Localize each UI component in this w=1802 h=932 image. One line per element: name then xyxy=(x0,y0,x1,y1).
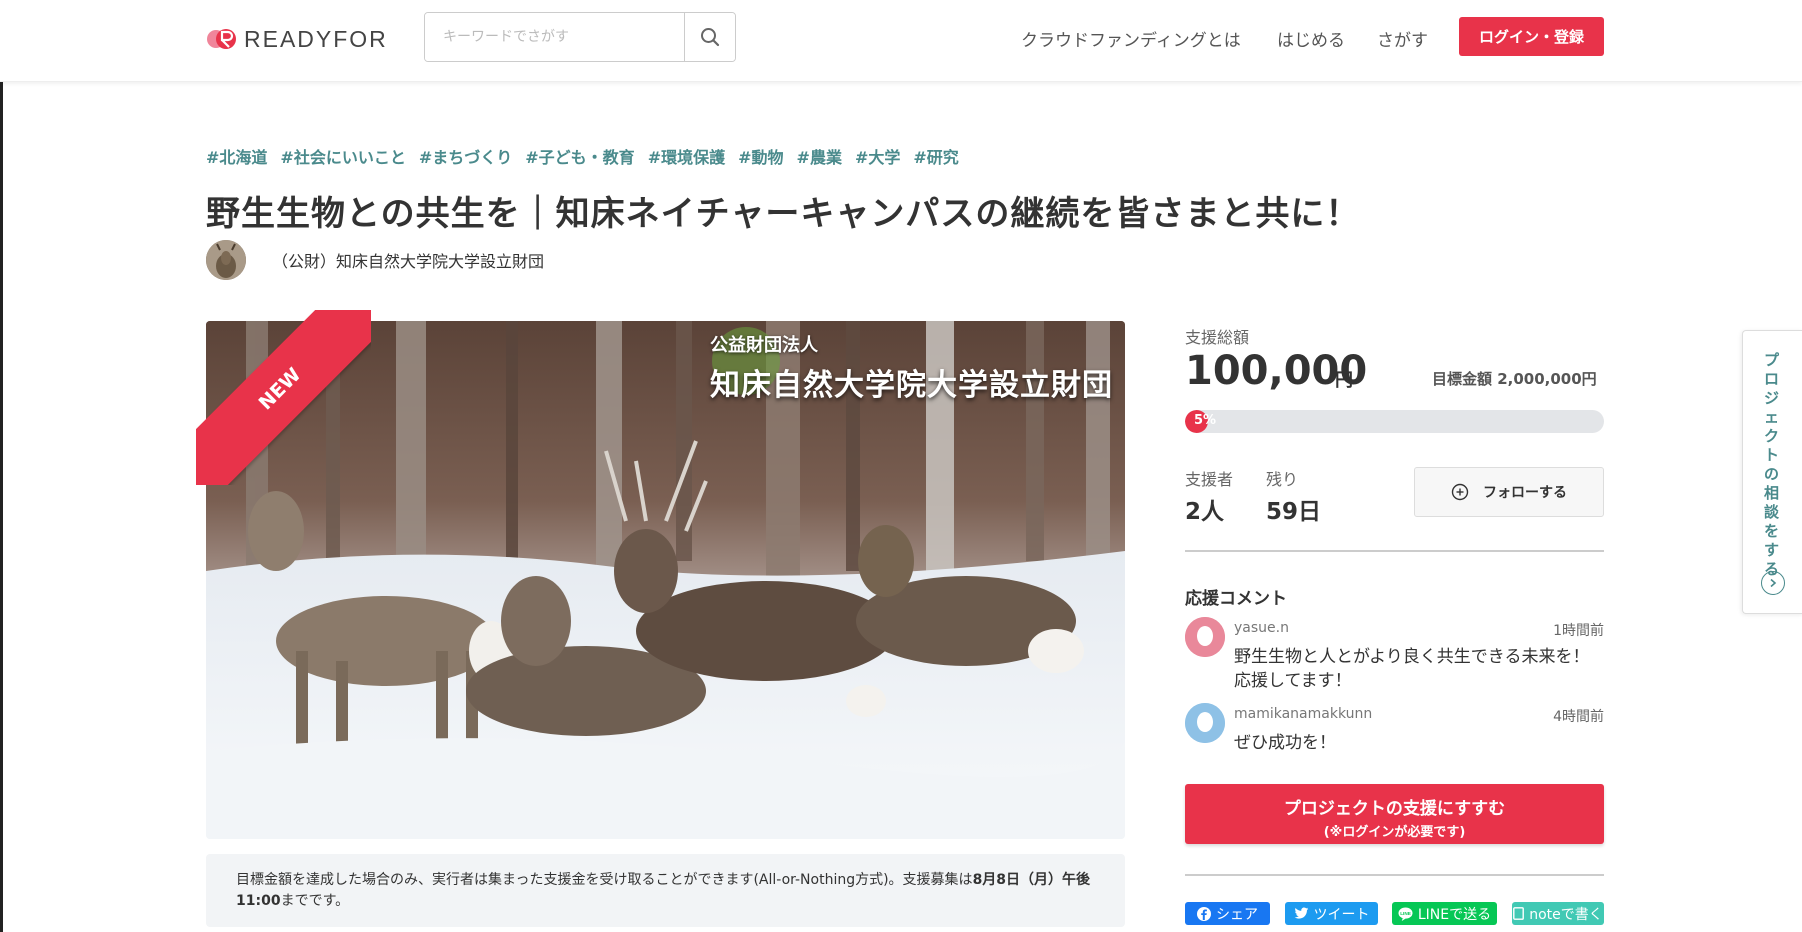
tag-link[interactable]: #北海道 xyxy=(206,144,267,168)
site-header: READYFOR クラウドファンディングとは はじめる さがす ログイン・登録 xyxy=(0,0,1802,82)
divider xyxy=(1185,874,1604,876)
tag-link[interactable]: #子ども・教育 xyxy=(525,144,634,168)
readyfor-logo-icon xyxy=(206,24,238,54)
comment-body: 野生生物と人とがより良く共生できる未来を！ 応援してます！ xyxy=(1234,645,1589,693)
twitter-share-label: ツイート xyxy=(1313,906,1370,923)
new-badge: NEW xyxy=(196,310,371,485)
facebook-share-button[interactable]: シェア xyxy=(1185,902,1270,925)
notice-tail: までです。 xyxy=(280,893,350,909)
comment-time: 1時間前 xyxy=(1553,623,1604,639)
note-icon xyxy=(1513,907,1525,920)
new-ribbon: NEW xyxy=(196,310,371,485)
logo-text: READYFOR xyxy=(244,25,388,52)
line-share-label: LINEで送る xyxy=(1417,906,1492,923)
owner-avatar xyxy=(206,240,246,280)
comment-line: 野生生物と人とがより良く共生できる未来を！ xyxy=(1234,647,1590,667)
tag-link[interactable]: #まちづくり xyxy=(419,144,512,168)
comment-user[interactable]: mamikanamakkunn xyxy=(1234,706,1372,722)
total-label: 支援総額 xyxy=(1185,328,1250,347)
svg-text:LINE: LINE xyxy=(1400,910,1411,915)
image-caption-large: 知床自然大学院大学設立財団 xyxy=(710,368,1113,403)
project-owner[interactable]: （公財）知床自然大学院大学設立財団 xyxy=(206,240,544,280)
notice-text: 目標金額を達成した場合のみ、実行者は集まった支援金を受け取ることができます(Al… xyxy=(236,872,973,888)
tag-link[interactable]: #環境保護 xyxy=(648,144,725,168)
search-button[interactable] xyxy=(684,13,735,61)
comment-user[interactable]: yasue.n xyxy=(1234,620,1289,636)
supporters-label: 支援者 xyxy=(1185,470,1234,489)
facebook-icon xyxy=(1197,906,1211,921)
image-caption-small: 公益財団法人 xyxy=(710,335,818,356)
note-share-button[interactable]: noteで書く xyxy=(1512,902,1604,925)
funding-progress-bar xyxy=(1185,410,1604,433)
line-icon: LINE xyxy=(1398,906,1413,921)
divider xyxy=(1185,550,1604,552)
comment-line: 応援してます！ xyxy=(1234,671,1352,691)
remaining-days: 59日 xyxy=(1266,499,1322,525)
follow-button[interactable]: フォローする xyxy=(1414,467,1604,517)
login-register-button[interactable]: ログイン・登録 xyxy=(1459,17,1604,56)
comment-body: ぜひ成功を！ xyxy=(1234,731,1336,755)
side-tab-label: プロジェクトの相談をする xyxy=(1764,351,1780,578)
commenter-avatar[interactable] xyxy=(1185,617,1225,657)
owner-name: （公財）知床自然大学院大学設立財団 xyxy=(272,252,545,271)
goal-amount: 目標金額 2,000,000円 xyxy=(1432,370,1597,388)
tag-link[interactable]: #農業 xyxy=(797,144,842,168)
nav-start[interactable]: はじめる xyxy=(1277,26,1345,51)
support-button-note: (※ログインが必要です) xyxy=(1323,825,1466,840)
twitter-share-button[interactable]: ツイート xyxy=(1285,902,1378,925)
tag-link[interactable]: #動物 xyxy=(738,144,783,168)
search-icon xyxy=(701,28,720,47)
nav-explore[interactable]: さがす xyxy=(1377,26,1428,51)
plus-circle-icon xyxy=(1451,483,1469,501)
tag-link[interactable]: #研究 xyxy=(913,144,958,168)
search-input[interactable] xyxy=(425,13,684,61)
progress-percent: 5% xyxy=(1194,413,1217,428)
tag-link[interactable]: #大学 xyxy=(855,144,900,168)
readyfor-logo[interactable]: READYFOR xyxy=(206,24,388,54)
line-share-button[interactable]: LINE LINEで送る xyxy=(1392,902,1497,925)
comments-title: 応援コメント xyxy=(1185,589,1287,609)
facebook-share-label: シェア xyxy=(1216,906,1258,923)
window-edge xyxy=(0,0,3,932)
support-button-label: プロジェクトの支援にすすむ xyxy=(1283,799,1506,819)
currency-unit: 円 xyxy=(1335,370,1353,391)
all-or-nothing-notice: 目標金額を達成した場合のみ、実行者は集まった支援金を受け取ることができます(Al… xyxy=(206,854,1125,927)
follow-label: フォローする xyxy=(1483,485,1567,501)
consult-project-side-tab[interactable]: プロジェクトの相談をする xyxy=(1742,330,1802,614)
comment-line: ぜひ成功を！ xyxy=(1234,733,1336,753)
nav-about-crowdfunding[interactable]: クラウドファンディングとは xyxy=(1021,26,1241,51)
note-share-label: noteで書く xyxy=(1529,906,1603,923)
twitter-icon xyxy=(1294,907,1308,919)
comment-time: 4時間前 xyxy=(1553,709,1604,725)
tag-link[interactable]: #社会にいいこと xyxy=(280,144,405,168)
search-box xyxy=(424,12,736,62)
project-title: 野生生物との共生を｜知床ネイチャーキャンパスの継続を皆さまと共に！ xyxy=(206,194,1361,234)
project-tags: #北海道 #社会にいいこと #まちづくり #子ども・教育 #環境保護 #動物 #… xyxy=(206,144,959,168)
supporters-count: 2人 xyxy=(1185,499,1225,525)
remaining-label: 残り xyxy=(1266,470,1299,489)
support-project-button[interactable]: プロジェクトの支援にすすむ (※ログインが必要です) xyxy=(1185,784,1604,844)
commenter-avatar[interactable] xyxy=(1185,703,1225,743)
chevron-right-icon xyxy=(1761,571,1785,595)
